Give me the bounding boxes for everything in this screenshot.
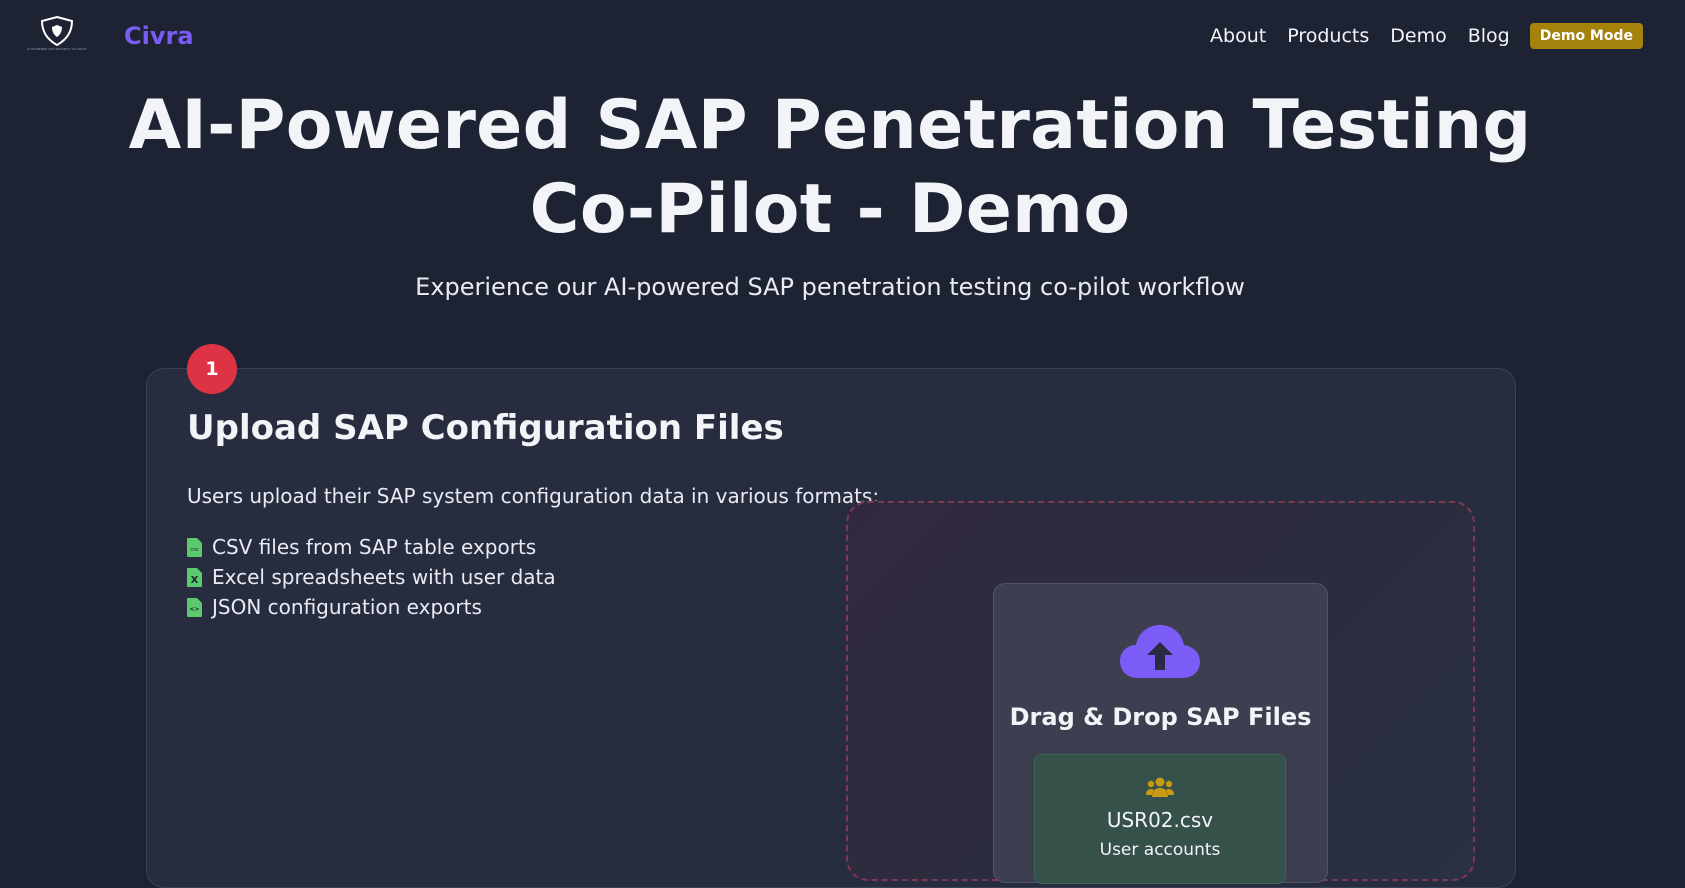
list-item: <> JSON configuration exports	[187, 592, 556, 622]
nav-products[interactable]: Products	[1287, 25, 1369, 47]
demo-mode-badge: Demo Mode	[1529, 23, 1643, 49]
csv-file-icon: csv	[187, 537, 202, 557]
file-name: USR02.csv	[1106, 808, 1214, 832]
shield-logo-icon	[40, 16, 74, 46]
users-icon	[1146, 777, 1174, 797]
civra-logo[interactable]: AI POWERED SAP SECURITY CO-PILOT	[20, 16, 94, 56]
brand-name[interactable]: Civra	[124, 22, 194, 50]
logo-tagline: AI POWERED SAP SECURITY CO-PILOT	[27, 47, 87, 51]
excel-file-icon: X	[187, 567, 202, 587]
dropzone-title: Drag & Drop SAP Files	[1009, 703, 1312, 731]
format-list: csv CSV files from SAP table exports X E…	[187, 532, 556, 622]
cloud-upload-icon	[1120, 625, 1200, 678]
page-title: AI-Powered SAP Penetration Testing Co-Pi…	[128, 86, 1532, 249]
step-number-badge: 1	[187, 344, 237, 394]
format-label: Excel spreadsheets with user data	[212, 565, 556, 589]
file-description: User accounts	[1099, 840, 1221, 860]
nav-blog[interactable]: Blog	[1468, 25, 1510, 47]
list-item: X Excel spreadsheets with user data	[187, 562, 556, 592]
brand[interactable]: AI POWERED SAP SECURITY CO-PILOT Civra	[20, 16, 194, 56]
step-title: Upload SAP Configuration Files	[187, 408, 784, 448]
nav-demo[interactable]: Demo	[1390, 25, 1446, 47]
main-nav: About Products Demo Blog Demo Mode	[1189, 23, 1643, 49]
json-file-icon: <>	[187, 597, 202, 617]
format-label: JSON configuration exports	[212, 595, 482, 619]
nav-about[interactable]: About	[1210, 25, 1266, 47]
json-icon-glyph: <>	[189, 606, 199, 613]
list-item: csv CSV files from SAP table exports	[187, 532, 556, 562]
format-label: CSV files from SAP table exports	[212, 535, 537, 559]
navbar: AI POWERED SAP SECURITY CO-PILOT Civra A…	[0, 0, 1685, 72]
excel-icon-glyph: X	[191, 575, 199, 586]
page-subtitle: Experience our AI-powered SAP penetratio…	[415, 273, 1245, 301]
csv-icon-glyph: csv	[190, 547, 198, 553]
step-description: Users upload their SAP system configurat…	[187, 484, 880, 508]
